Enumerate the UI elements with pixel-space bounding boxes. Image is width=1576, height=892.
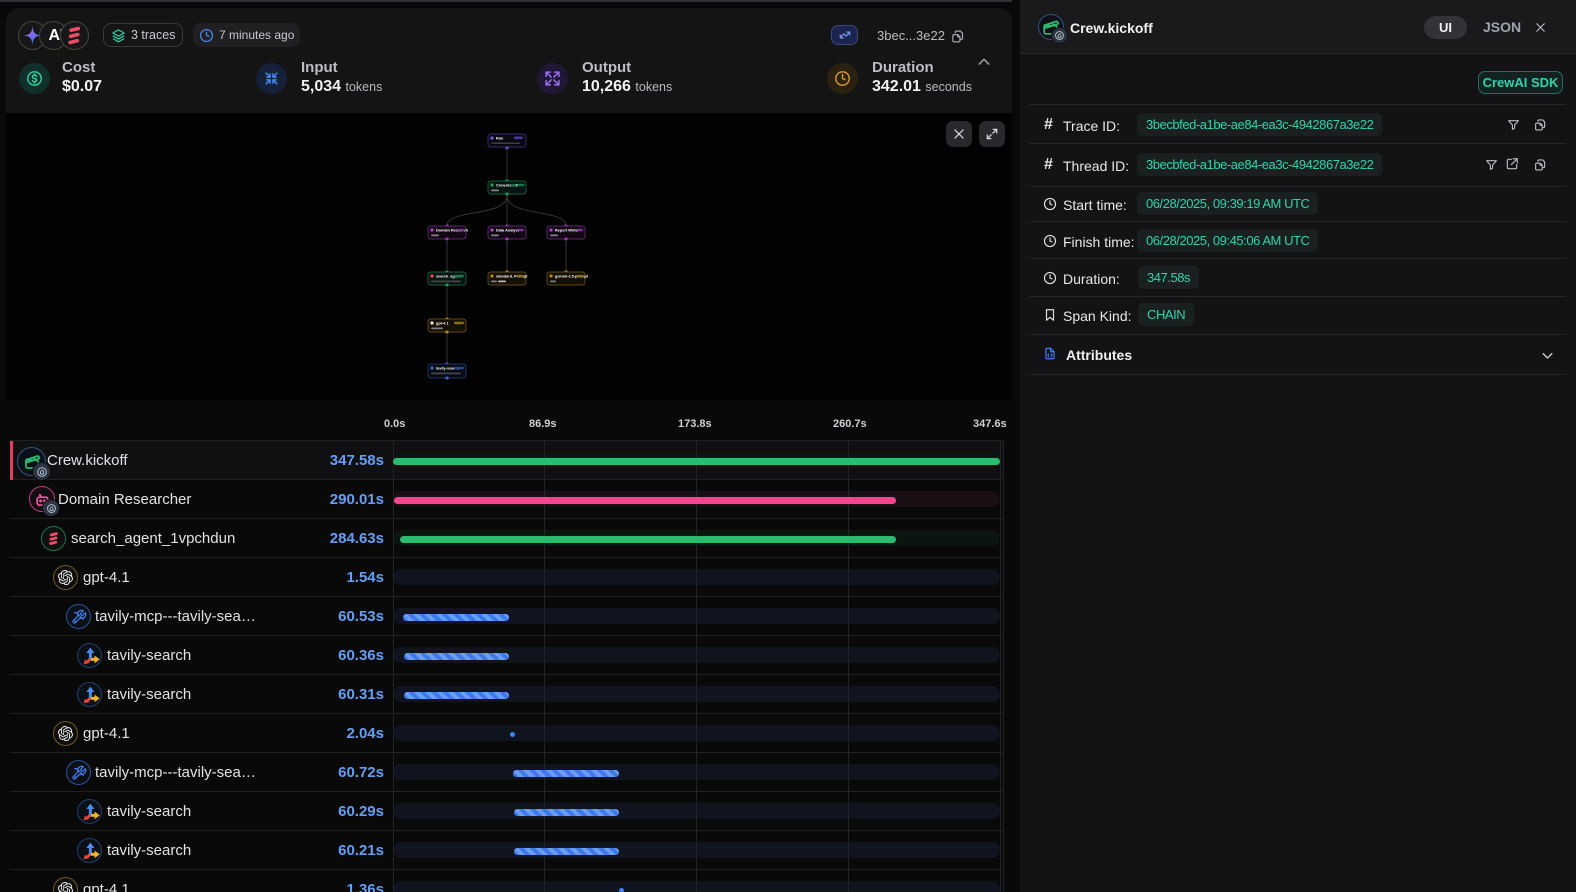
svg-text:Data Analyst: Data Analyst [496, 229, 520, 233]
svg-text:Report Writer: Report Writer [555, 229, 580, 233]
svg-text:gemini-2.5-prompt: gemini-2.5-prompt [555, 275, 589, 279]
svg-text:Domain Research: Domain Research [436, 229, 469, 233]
svg-text:gpt-4.1: gpt-4.1 [436, 322, 448, 326]
svg-text:Run: Run [496, 137, 504, 141]
